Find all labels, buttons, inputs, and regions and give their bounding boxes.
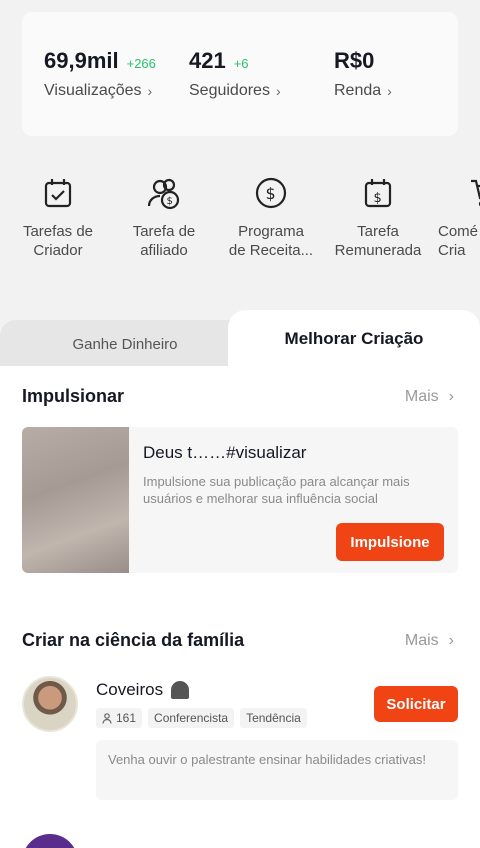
stat-income-value: R$0 <box>334 48 375 73</box>
calendar-dollar-icon: $ <box>361 176 395 210</box>
stat-followers-value: 421 <box>189 48 226 73</box>
tool-creator-tasks[interactable]: Tarefas de Criador <box>0 176 116 260</box>
stats-card: 69,9mil +266 Visualizações › 421 +6 Segui… <box>22 12 458 136</box>
more-label: Mais <box>404 388 439 405</box>
stat-followers-delta: +6 <box>233 56 249 71</box>
chevron-right-icon: › <box>147 83 153 99</box>
chevron-right-icon: › <box>387 83 392 99</box>
tools-row: Tarefas de Criador $ Tarefa de afiliado … <box>0 176 480 276</box>
people-dollar-icon: $ <box>147 176 181 210</box>
section-title-science: Criar na ciência da família <box>22 630 245 650</box>
more-label: Mais <box>404 632 439 649</box>
tool-label: Tarefa Remunerada <box>334 223 422 259</box>
chevron-right-icon: › <box>448 388 454 405</box>
boost-button[interactable]: Impulsione <box>336 523 444 561</box>
stat-followers-label: Seguidores <box>189 82 270 99</box>
tool-revenue-program[interactable]: $ Programa de Receita... <box>213 176 329 260</box>
creator-name: …… <box>96 840 130 848</box>
headstone-icon <box>171 681 190 699</box>
stat-views-value: 69,9mil <box>44 48 119 73</box>
creator-name: Coveiros <box>96 680 164 699</box>
request-button[interactable]: Solicitar <box>374 686 458 722</box>
avatar[interactable] <box>22 834 78 848</box>
boost-card[interactable]: Deus t……#visualizar Impulsione sua publi… <box>22 427 458 573</box>
tool-label: Tarefa de afiliado <box>132 223 196 259</box>
person-icon <box>102 712 112 724</box>
svg-text:$: $ <box>167 196 173 207</box>
stat-views[interactable]: 69,9mil +266 Visualizações › <box>44 48 156 100</box>
tool-affiliate-task[interactable]: $ Tarefa de afiliado <box>106 176 222 260</box>
avatar[interactable] <box>22 676 78 732</box>
tab-bar: Ganhe Dinheiro Melhorar Criação <box>0 310 480 368</box>
creator-name-row[interactable]: Coveiros <box>96 680 190 700</box>
stat-income[interactable]: R$0 Renda › <box>334 48 392 100</box>
video-title: Deus t……#visualizar <box>143 443 307 462</box>
science-more-link[interactable]: Mais › <box>405 632 454 650</box>
tag-speaker: Conferencista <box>148 708 235 728</box>
svg-text:$: $ <box>374 191 382 206</box>
dollar-circle-icon: $ <box>254 176 288 210</box>
content-panel: Impulsionar Mais › Deus t……#visualizar Im… <box>0 366 480 848</box>
chevron-right-icon: › <box>448 632 454 649</box>
tool-label: Comé Cria <box>438 223 479 259</box>
cart-icon <box>468 176 480 210</box>
creator-tags: 161 Conferencista Tendência <box>96 708 307 728</box>
section-title-boost: Impulsionar <box>22 386 125 406</box>
chevron-right-icon: › <box>275 83 281 99</box>
tag-trend: Tendência <box>240 708 307 728</box>
video-thumbnail[interactable] <box>22 427 129 573</box>
boost-description: Impulsione sua publicação para alcançar … <box>143 474 410 506</box>
tool-commerce[interactable]: Comé Cria <box>424 176 480 260</box>
tool-label: Tarefas de Criador <box>22 223 94 259</box>
creator-item: Coveiros 161 Conferencista Tendência Sol… <box>22 676 458 816</box>
calendar-check-icon <box>41 176 75 210</box>
tool-paid-task[interactable]: $ Tarefa Remunerada <box>320 176 436 260</box>
stat-income-label: Renda <box>334 82 382 99</box>
stat-views-label: Visualizações <box>44 82 142 99</box>
svg-text:$: $ <box>266 184 276 203</box>
creator-description: Venha ouvir o palestrante ensinar habili… <box>96 740 458 800</box>
tab-improve-creation[interactable]: Melhorar Criação <box>228 310 480 368</box>
tab-earn-money[interactable]: Ganhe Dinheiro <box>0 320 250 368</box>
stat-views-delta: +266 <box>126 56 156 71</box>
boost-more-link[interactable]: Mais › <box>405 388 454 406</box>
tool-label: Programa de Receita... <box>228 223 314 259</box>
followers-count: 161 <box>116 711 137 725</box>
followers-tag: 161 <box>96 708 143 728</box>
stat-followers[interactable]: 421 +6 Seguidores › <box>189 48 281 100</box>
